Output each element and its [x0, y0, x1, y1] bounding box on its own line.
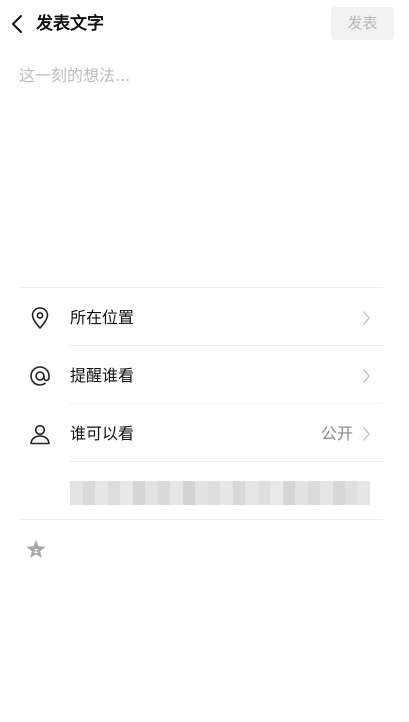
option-label: 提醒谁看 [70, 366, 135, 385]
option-label: 所在位置 [70, 308, 135, 327]
publish-button[interactable]: 发表 [331, 7, 394, 40]
svg-text:z: z [34, 547, 38, 555]
chevron-left-icon [12, 15, 22, 33]
visibility-value: 公开 [320, 424, 353, 443]
compose-textarea[interactable] [19, 64, 391, 274]
at-sign-icon [27, 363, 53, 389]
back-button[interactable] [4, 8, 30, 40]
person-icon [27, 421, 53, 447]
location-pin-icon [27, 305, 53, 331]
chevron-right-icon [363, 311, 370, 325]
divider [19, 519, 383, 520]
sticker-icon: z [26, 540, 46, 558]
option-visibility[interactable]: 谁可以看 公开 [19, 404, 383, 462]
page-title: 发表文字 [36, 14, 104, 34]
top-bar: 发表文字 发表 [0, 0, 409, 48]
chevron-right-icon [363, 427, 370, 441]
option-label: 谁可以看 [70, 424, 135, 443]
sticker-button[interactable]: z [23, 537, 49, 563]
chevron-right-icon [363, 369, 370, 383]
option-location[interactable]: 所在位置 [19, 288, 383, 346]
option-remind[interactable]: 提醒谁看 [19, 346, 383, 404]
divider [70, 461, 383, 462]
mention-contacts-strip [70, 481, 370, 505]
